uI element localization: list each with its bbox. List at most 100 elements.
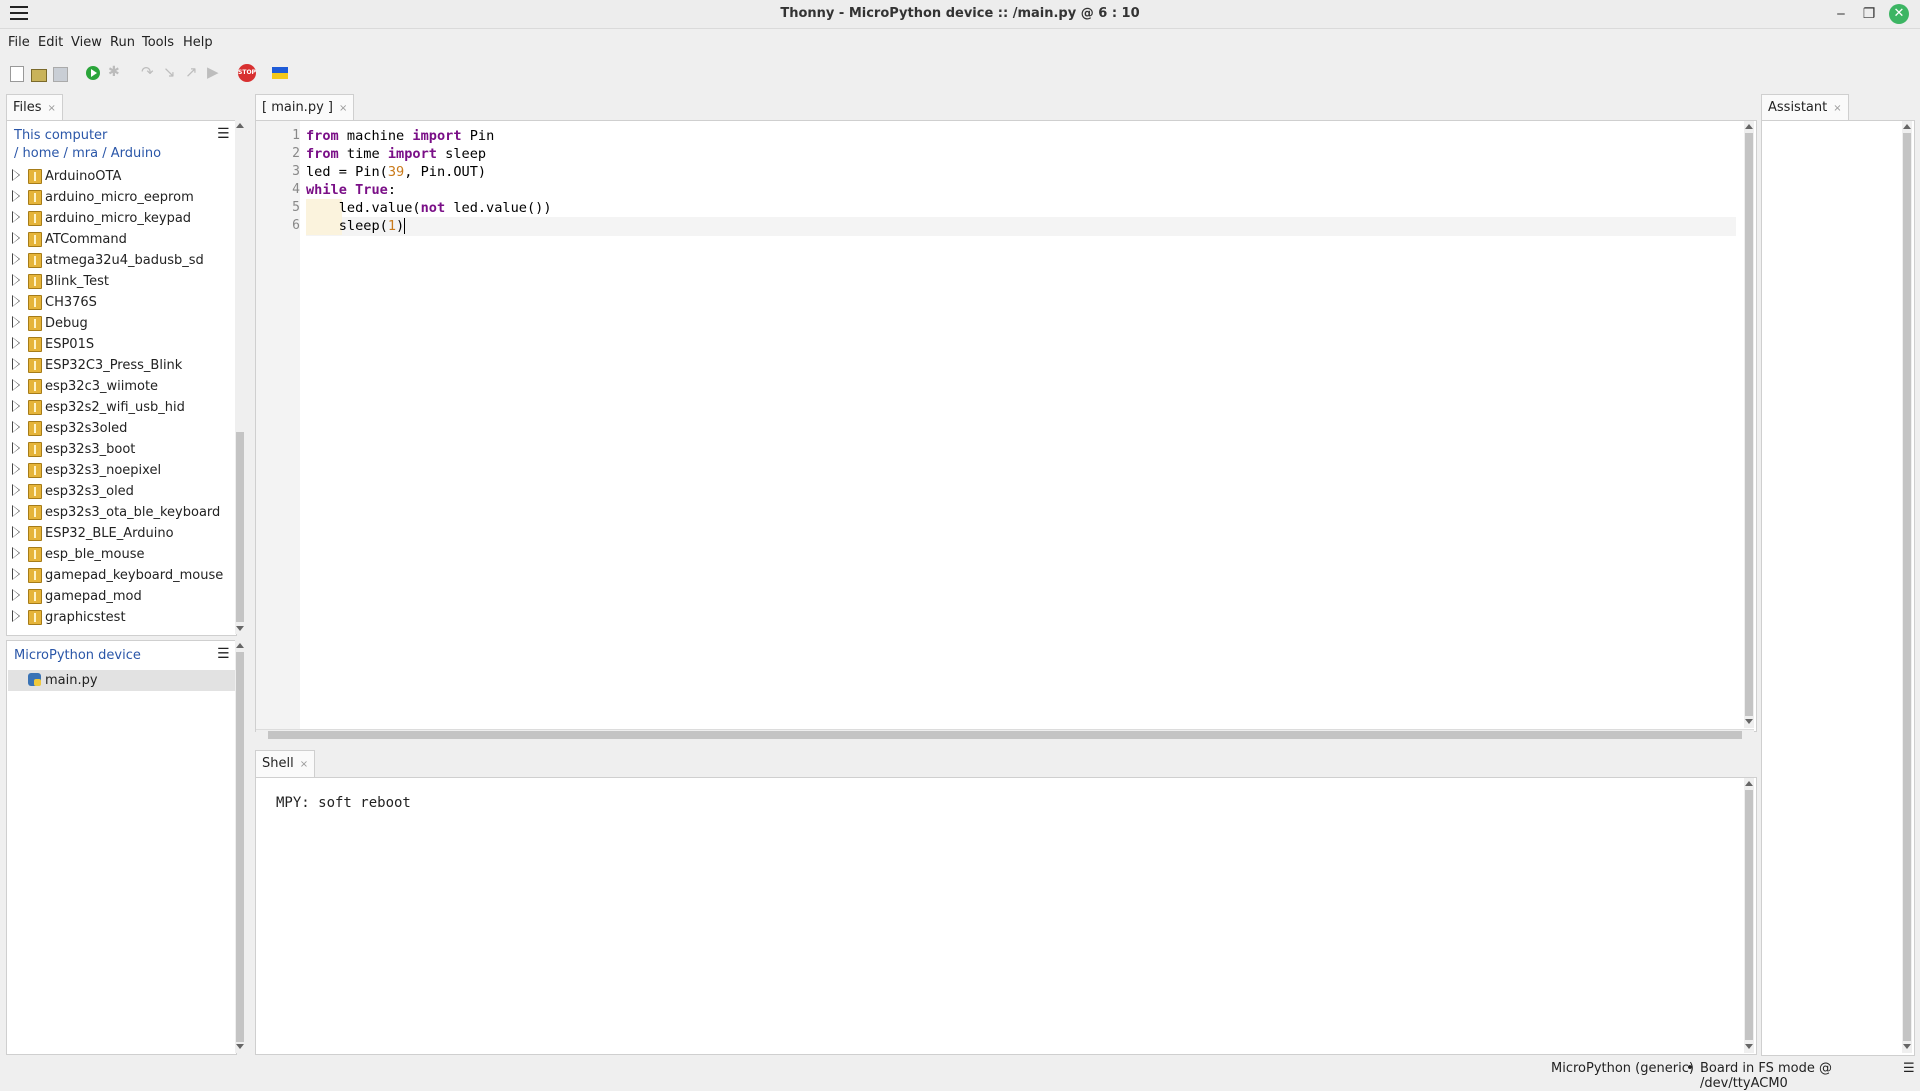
list-item[interactable]: esp32s2_wifi_usb_hid (7, 397, 235, 418)
list-item[interactable]: ESP32_BLE_Arduino (7, 523, 235, 544)
expand-arrow-inner (13, 170, 19, 180)
status-menu-icon[interactable]: ☰ (1903, 1061, 1915, 1076)
device-header-label[interactable]: MicroPython device (14, 648, 141, 663)
list-item[interactable]: esp32c3_wiimote (7, 376, 235, 397)
expand-arrow-inner (13, 338, 19, 348)
menu-file[interactable]: File (8, 35, 30, 50)
breadcrumb-home[interactable]: home (23, 146, 60, 161)
this-computer-header: This computer (14, 128, 107, 143)
editor-vertical-scrollbar[interactable] (1744, 121, 1754, 728)
files-panel-device (6, 640, 237, 1055)
tab-shell[interactable]: Shell × (255, 750, 316, 777)
device-scrollbar[interactable] (235, 640, 245, 1053)
list-item[interactable]: ESP32C3_Press_Blink (7, 355, 235, 376)
folder-icon (28, 568, 42, 583)
save-file-icon[interactable] (53, 67, 68, 82)
code-token: sleep (436, 146, 487, 162)
step-into-icon[interactable]: ↘ (163, 63, 181, 81)
interpreter-label[interactable]: MicroPython (generic) (1551, 1061, 1694, 1076)
tab-close-icon[interactable]: × (300, 759, 308, 770)
stop-icon[interactable]: STOP (238, 64, 256, 82)
close-icon[interactable]: ✕ (1889, 4, 1909, 24)
board-status[interactable]: Board in FS mode @ /dev/ttyACM0 (1700, 1061, 1920, 1091)
list-item[interactable]: esp32s3_boot (7, 439, 235, 460)
code-token: , Pin.OUT) (404, 164, 487, 180)
menu-edit[interactable]: Edit (38, 35, 63, 50)
list-item[interactable]: Debug (7, 313, 235, 334)
tab-files[interactable]: Files × (6, 94, 63, 121)
tab-close-icon[interactable]: × (339, 103, 347, 114)
breadcrumb: / home / mra / Arduino (14, 146, 161, 161)
menu-help[interactable]: Help (183, 35, 213, 50)
editor-horizontal-scrollbar[interactable] (256, 729, 1754, 740)
list-item[interactable]: gamepad_mod (7, 586, 235, 607)
list-item[interactable]: atmega32u4_badusb_sd (7, 250, 235, 271)
list-item[interactable]: esp32s3_noepixel (7, 460, 235, 481)
folder-name: Blink_Test (45, 274, 110, 289)
tab-main-py[interactable]: [ main.py ] × (255, 94, 355, 121)
menu-tools[interactable]: Tools (142, 35, 174, 50)
menu-view[interactable]: View (71, 35, 102, 50)
assistant-scrollbar[interactable] (1902, 121, 1912, 1053)
code-token: led = Pin( (306, 164, 388, 180)
folder-icon (28, 211, 42, 226)
code-token: ) (396, 218, 405, 234)
folder-icon (28, 610, 42, 625)
files-scrollbar[interactable] (235, 120, 245, 634)
tab-close-icon[interactable]: × (1833, 103, 1841, 114)
list-item[interactable]: graphicstest (7, 607, 235, 628)
code-token: led.value( (306, 200, 421, 216)
expand-arrow-inner (13, 296, 19, 306)
list-item[interactable]: esp_ble_mouse (7, 544, 235, 565)
device-panel-menu-icon[interactable]: ☰ (217, 646, 230, 662)
list-item[interactable]: esp32s3_oled (7, 481, 235, 502)
list-item[interactable]: ESP01S (7, 334, 235, 355)
breadcrumb-mra[interactable]: mra (72, 146, 98, 161)
step-over-icon[interactable]: ↷ (141, 63, 159, 81)
list-item[interactable]: gamepad_keyboard_mouse (7, 565, 235, 586)
folder-icon (28, 232, 42, 247)
list-item[interactable]: ATCommand (7, 229, 235, 250)
folder-icon (28, 505, 42, 520)
this-computer-label[interactable]: This computer (14, 128, 107, 143)
shell-scrollbar[interactable] (1744, 778, 1754, 1053)
tab-assistant[interactable]: Assistant × (1761, 94, 1849, 121)
folder-name: esp_ble_mouse (45, 547, 145, 562)
list-item[interactable]: CH376S (7, 292, 235, 313)
folder-icon (28, 190, 42, 205)
text-caret (404, 218, 406, 234)
list-item[interactable]: arduino_micro_eeprom (7, 187, 235, 208)
resume-icon[interactable]: ▶ (207, 63, 225, 81)
open-file-icon[interactable] (31, 69, 47, 82)
ukraine-flag-icon[interactable] (272, 67, 288, 79)
list-item[interactable]: arduino_micro_keypad (7, 208, 235, 229)
maximize-icon[interactable]: ❐ (1860, 5, 1878, 23)
list-item[interactable]: Blink_Test (7, 271, 235, 292)
code-line: from machine import Pin (306, 128, 494, 144)
debug-icon[interactable]: ✱ (108, 64, 126, 82)
folder-name: gamepad_mod (45, 589, 142, 604)
minimize-icon[interactable]: ‒ (1832, 5, 1850, 23)
window-title: Thonny - MicroPython device :: /main.py … (780, 6, 1140, 21)
breadcrumb-arduino[interactable]: Arduino (111, 146, 161, 161)
folder-name: Debug (45, 316, 88, 331)
new-file-icon[interactable] (10, 66, 24, 82)
shell-panel[interactable] (255, 777, 1757, 1055)
expand-arrow-inner (13, 422, 19, 432)
expand-arrow-inner (13, 401, 19, 411)
tab-close-icon[interactable]: × (48, 103, 56, 114)
code-token: from (306, 128, 339, 144)
list-item[interactable]: esp32s3_ota_ble_keyboard (7, 502, 235, 523)
list-item[interactable]: ArduinoOTA (7, 166, 235, 187)
expand-arrow-inner (13, 191, 19, 201)
code-token: 1 (387, 218, 397, 234)
list-item[interactable]: main.py (8, 670, 235, 691)
breadcrumb-sep: / (63, 146, 68, 161)
list-item[interactable]: esp32s3oled (7, 418, 235, 439)
code-line: led = Pin(39, Pin.OUT) (306, 164, 486, 180)
status-separator: • (1686, 1061, 1694, 1076)
menu-run[interactable]: Run (110, 35, 135, 50)
run-icon[interactable] (86, 66, 100, 80)
panel-menu-icon[interactable]: ☰ (217, 126, 230, 142)
step-out-icon[interactable]: ↗ (185, 63, 203, 81)
